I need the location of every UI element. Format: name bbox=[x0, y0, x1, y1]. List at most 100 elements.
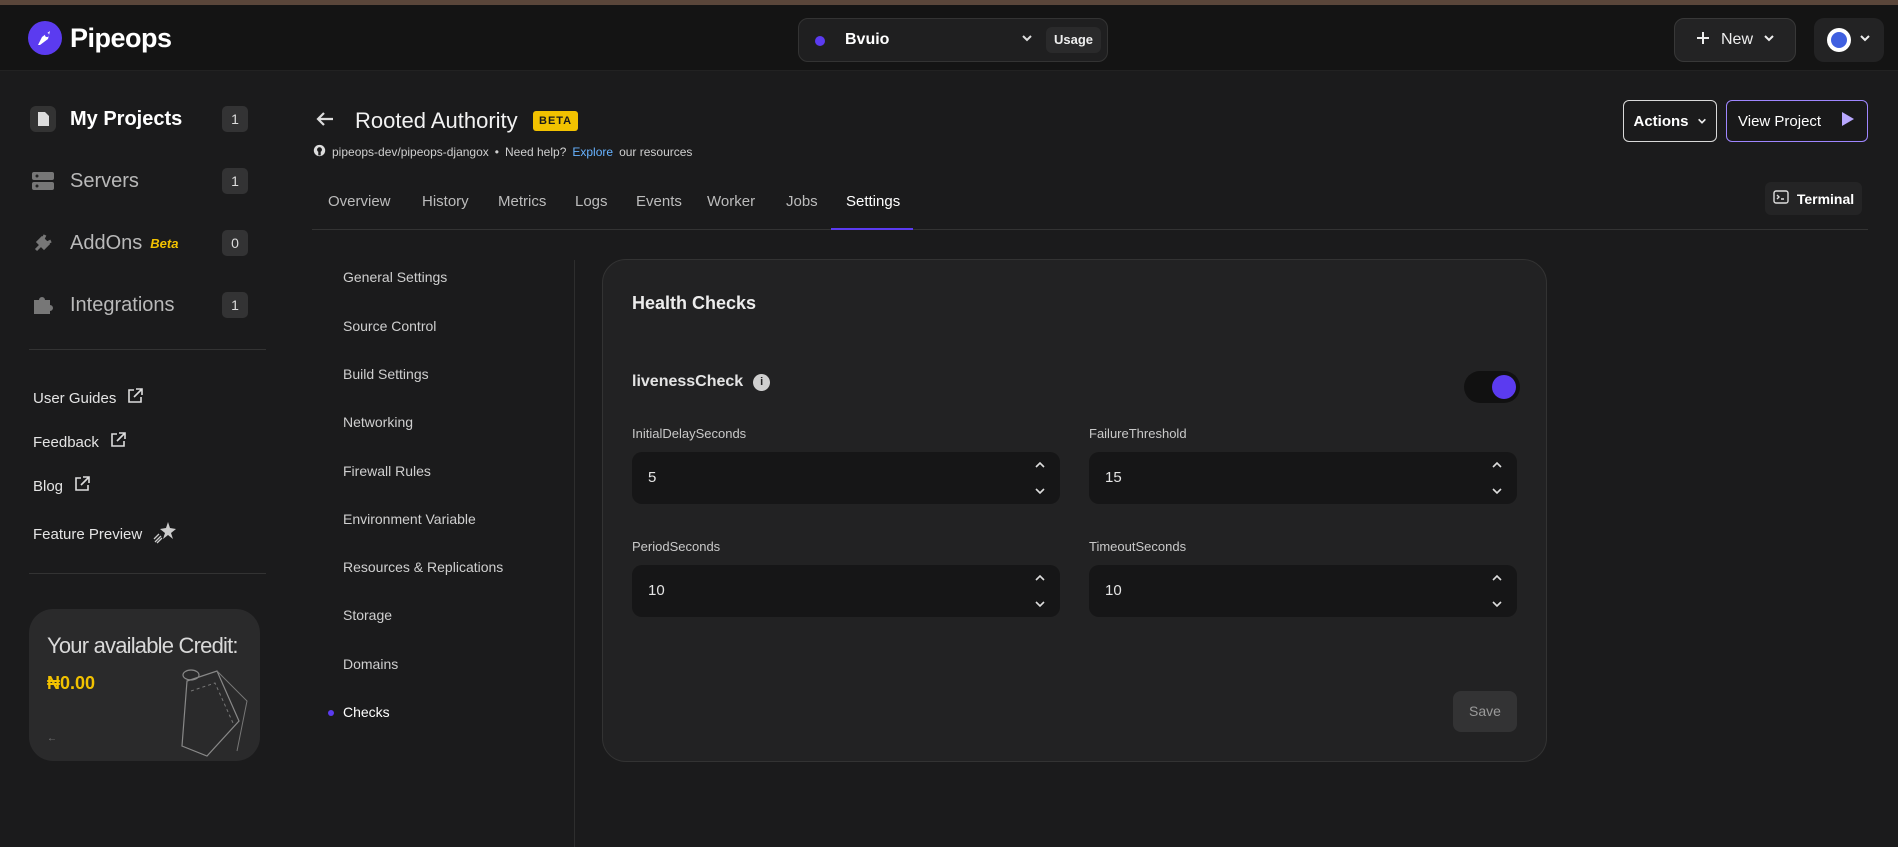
help-suffix: our resources bbox=[619, 145, 693, 159]
project-status-dot bbox=[815, 36, 825, 46]
field-value: 5 bbox=[648, 469, 657, 486]
settings-menu-resources[interactable]: Resources & Replications bbox=[343, 559, 503, 575]
beta-tag: Beta bbox=[150, 235, 179, 251]
tab-events[interactable]: Events bbox=[636, 193, 682, 210]
settings-menu-domains[interactable]: Domains bbox=[343, 656, 398, 672]
usage-button[interactable]: Usage bbox=[1046, 27, 1102, 53]
timeout-seconds-label: TimeoutSeconds bbox=[1089, 539, 1187, 554]
credit-value: ₦0.00 bbox=[47, 673, 96, 693]
failure-threshold-input[interactable]: 15 bbox=[1089, 452, 1517, 504]
chevron-down-icon bbox=[1697, 113, 1707, 130]
stepper-icon[interactable] bbox=[1034, 573, 1046, 609]
sidebar-item-label: AddOns bbox=[70, 231, 143, 254]
new-label: New bbox=[1720, 31, 1753, 48]
count-badge: 0 bbox=[222, 230, 248, 256]
sidebar-item-label: My Projects bbox=[70, 107, 183, 130]
field-value: 10 bbox=[1105, 582, 1122, 599]
link-label: Feedback bbox=[33, 433, 99, 451]
sidebar-item-my-projects[interactable]: My Projects 1 bbox=[28, 101, 248, 137]
help-prefix: Need help? bbox=[504, 145, 567, 159]
tab-history[interactable]: History bbox=[422, 193, 469, 210]
link-label: Feature Preview bbox=[33, 525, 143, 543]
settings-menu-firewall[interactable]: Firewall Rules bbox=[343, 463, 431, 479]
count-badge: 1 bbox=[222, 292, 248, 318]
stepper-icon[interactable] bbox=[1491, 573, 1503, 609]
period-seconds-label: PeriodSeconds bbox=[632, 539, 721, 554]
back-arrow-icon[interactable] bbox=[314, 108, 336, 135]
field-value: 10 bbox=[648, 582, 665, 599]
chevron-down-icon bbox=[1021, 31, 1033, 47]
sidebar-item-label: Integrations bbox=[70, 293, 175, 316]
tab-overview[interactable]: Overview bbox=[328, 193, 391, 210]
github-icon bbox=[313, 144, 326, 160]
view-project-button[interactable]: View Project bbox=[1726, 100, 1868, 142]
tab-logs[interactable]: Logs bbox=[575, 193, 608, 210]
project-name: Bvuio bbox=[845, 31, 890, 48]
wallet-illustration-icon bbox=[181, 669, 248, 757]
count-badge: 1 bbox=[222, 168, 248, 194]
explore-link[interactable]: Explore bbox=[572, 145, 613, 159]
beta-badge: BETA bbox=[533, 111, 579, 131]
sidebar-item-integrations[interactable]: Integrations 1 bbox=[28, 287, 248, 323]
settings-menu-checks[interactable]: Checks bbox=[343, 704, 390, 720]
credit-title: Your available Credit: bbox=[47, 633, 239, 658]
feedback-link[interactable]: Feedback bbox=[33, 431, 127, 453]
sidebar: My Projects 1 Servers 1 AddOns Beta 0 In… bbox=[0, 71, 292, 847]
timeout-seconds-input[interactable]: 10 bbox=[1089, 565, 1517, 617]
new-button[interactable]: New bbox=[1674, 18, 1796, 62]
bullet-separator: • bbox=[494, 145, 499, 159]
panel-title: Health Checks bbox=[632, 293, 757, 313]
tab-jobs[interactable]: Jobs bbox=[786, 193, 818, 210]
divider bbox=[29, 573, 266, 574]
save-button[interactable]: Save bbox=[1453, 691, 1517, 732]
external-link-icon bbox=[126, 387, 144, 409]
field-value: 15 bbox=[1105, 469, 1122, 486]
initial-delay-input[interactable]: 5 bbox=[632, 452, 1060, 504]
puzzle-icon bbox=[28, 290, 58, 320]
failure-threshold-label: FailureThreshold bbox=[1089, 426, 1187, 441]
liveness-toggle[interactable] bbox=[1464, 371, 1520, 403]
repo-link[interactable]: pipeops-dev/pipeops-djangox bbox=[332, 145, 489, 159]
settings-menu-source-control[interactable]: Source Control bbox=[343, 318, 436, 334]
settings-menu-build[interactable]: Build Settings bbox=[343, 366, 429, 382]
user-menu[interactable] bbox=[1814, 18, 1884, 62]
link-label: Blog bbox=[33, 477, 64, 495]
tab-worker[interactable]: Worker bbox=[707, 193, 755, 210]
plus-icon bbox=[1695, 30, 1711, 51]
settings-menu-networking[interactable]: Networking bbox=[343, 414, 413, 430]
actions-button[interactable]: Actions bbox=[1623, 100, 1717, 142]
page-title: Rooted Authority bbox=[355, 108, 518, 133]
blog-link[interactable]: Blog bbox=[33, 475, 91, 497]
active-menu-dot bbox=[328, 710, 334, 716]
plug-icon bbox=[28, 228, 58, 258]
liveness-check-row: livenessCheck i bbox=[632, 373, 771, 391]
period-seconds-input[interactable]: 10 bbox=[632, 565, 1060, 617]
settings-menu-environment[interactable]: Environment Variable bbox=[343, 511, 476, 527]
credit-arrow: ← bbox=[47, 733, 57, 744]
toggle-knob bbox=[1492, 375, 1516, 399]
sidebar-item-servers[interactable]: Servers 1 bbox=[28, 163, 248, 199]
health-checks-panel: Health Checks livenessCheck i InitialDel… bbox=[602, 259, 1547, 762]
tab-settings[interactable]: Settings bbox=[846, 193, 900, 210]
terminal-button[interactable]: Terminal bbox=[1765, 182, 1862, 215]
settings-menu-storage[interactable]: Storage bbox=[343, 607, 392, 623]
settings-menu-general[interactable]: General Settings bbox=[343, 269, 447, 285]
divider bbox=[29, 349, 266, 350]
user-guides-link[interactable]: User Guides bbox=[33, 387, 144, 409]
repo-line: pipeops-dev/pipeops-djangox • Need help?… bbox=[313, 144, 692, 160]
external-link-icon bbox=[73, 475, 91, 497]
brand-logo[interactable]: Pipeops bbox=[28, 21, 172, 55]
sidebar-item-addons[interactable]: AddOns Beta 0 bbox=[28, 225, 248, 261]
stepper-icon[interactable] bbox=[1034, 460, 1046, 496]
info-icon[interactable]: i bbox=[753, 373, 771, 391]
chevron-down-icon bbox=[1859, 31, 1871, 49]
link-label: User Guides bbox=[33, 389, 117, 407]
terminal-icon bbox=[1773, 190, 1789, 207]
active-tab-indicator bbox=[831, 228, 913, 230]
tab-metrics[interactable]: Metrics bbox=[498, 193, 546, 210]
project-selector[interactable]: Bvuio Usage bbox=[798, 18, 1108, 62]
stepper-icon[interactable] bbox=[1491, 460, 1503, 496]
feature-preview-link[interactable]: Feature Preview bbox=[33, 519, 178, 549]
credit-card: Your available Credit: ₦0.00 ← bbox=[29, 609, 260, 761]
terminal-label: Terminal bbox=[1796, 190, 1855, 207]
